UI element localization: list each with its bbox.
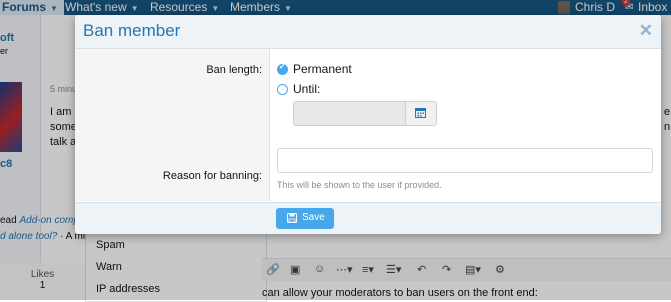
permanent-option-label[interactable]: Permanent [293, 62, 352, 76]
dialog-title: Ban member [83, 21, 181, 40]
save-label: Save [302, 212, 325, 223]
reason-label: Reason for banning: [162, 170, 262, 182]
date-picker-button[interactable] [405, 101, 437, 126]
reason-input[interactable] [277, 148, 653, 173]
save-button[interactable]: Save [276, 208, 334, 229]
reason-hint: This will be shown to the user if provid… [277, 180, 442, 190]
ban-length-label: Ban length: [206, 64, 262, 76]
dialog-header: Ban member ✕ [75, 15, 661, 49]
calendar-icon [415, 108, 426, 118]
close-icon[interactable]: ✕ [639, 21, 653, 41]
dialog-footer: Save [75, 202, 661, 234]
until-date-input[interactable] [293, 101, 406, 126]
floppy-icon [287, 213, 297, 223]
ban-member-dialog: Ban member ✕ Ban length: Reason for bann… [75, 15, 661, 234]
label-column: Ban length: Reason for banning: [75, 49, 270, 201]
until-option-label[interactable]: Until: [293, 82, 320, 96]
permanent-radio[interactable] [277, 62, 288, 75]
until-radio[interactable] [277, 84, 288, 95]
